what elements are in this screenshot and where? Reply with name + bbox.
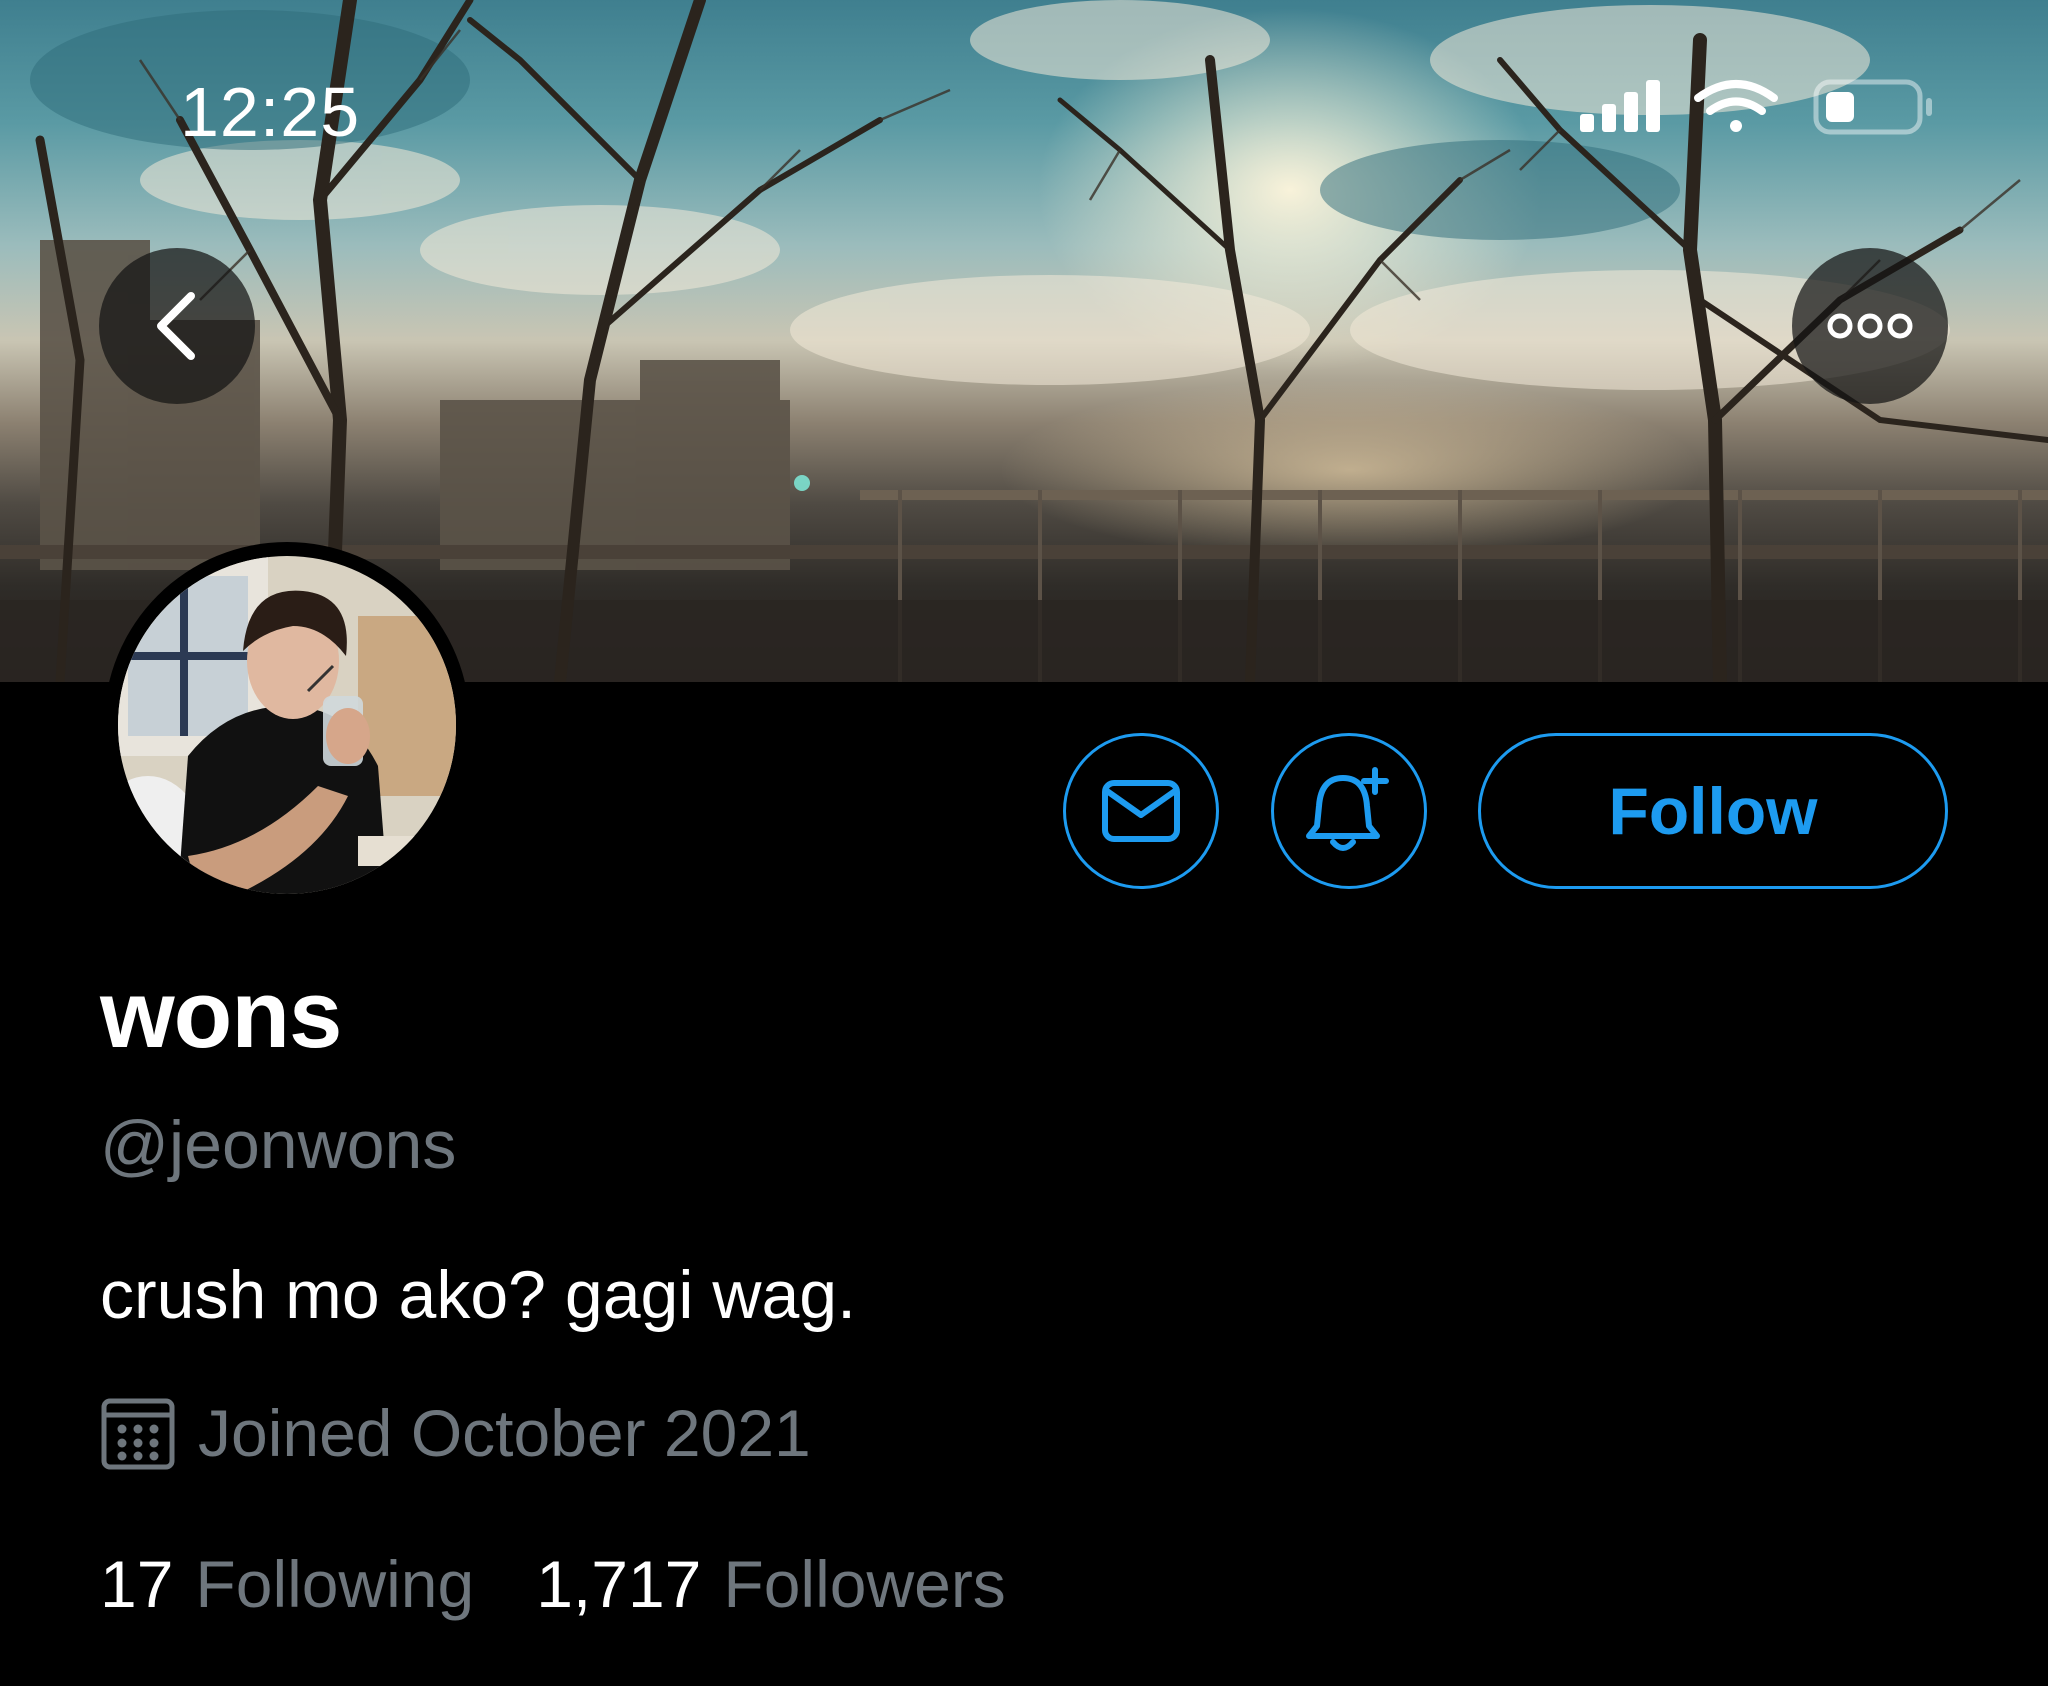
user-handle: @jeonwons — [100, 1107, 457, 1183]
followers-count: 1,717 — [536, 1547, 702, 1621]
profile-avatar[interactable] — [104, 542, 470, 908]
calendar-icon — [101, 1398, 175, 1470]
notifications-button[interactable] — [1271, 733, 1427, 889]
status-icons — [1576, 76, 1936, 143]
following-count: 17 — [100, 1547, 174, 1621]
followers-link[interactable]: 1,717 Followers — [536, 1546, 1006, 1622]
more-dots-icon — [1827, 313, 1913, 339]
back-button[interactable] — [99, 248, 255, 404]
status-time: 12:25 — [180, 73, 361, 151]
envelope-icon — [1102, 780, 1180, 842]
avatar-image — [118, 556, 456, 894]
bell-plus-icon — [1306, 767, 1389, 851]
follow-button[interactable]: Follow — [1478, 733, 1948, 889]
wifi-icon — [1694, 80, 1778, 132]
profile-bio: crush mo ako? gagi wag. — [100, 1257, 856, 1333]
message-button[interactable] — [1063, 733, 1219, 889]
signal-icon — [1580, 80, 1660, 132]
more-options-button[interactable] — [1792, 248, 1948, 404]
following-label: Following — [195, 1547, 475, 1621]
followers-label: Followers — [723, 1547, 1006, 1621]
chevron-left-icon — [157, 292, 195, 360]
following-link[interactable]: 17 Following — [100, 1546, 474, 1622]
battery-icon — [1813, 79, 1932, 135]
follow-stats: 17 Following 1,717 Followers — [100, 1546, 1006, 1622]
joined-date: Joined October 2021 — [100, 1395, 811, 1471]
display-name: wons — [100, 961, 342, 1068]
joined-text: Joined October 2021 — [198, 1396, 811, 1470]
